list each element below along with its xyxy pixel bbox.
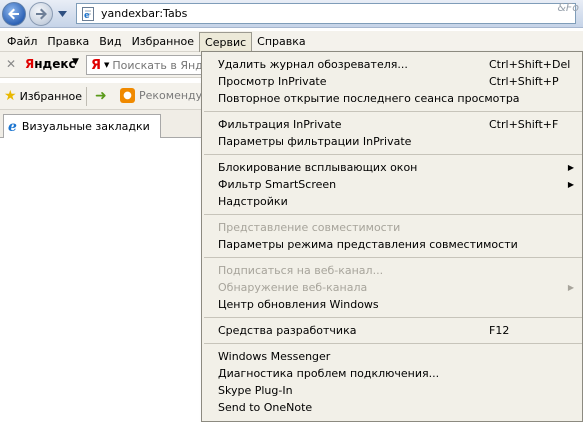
ie-icon: e bbox=[8, 118, 17, 135]
tools-menu: Удалить журнал обозревателя... Ctrl+Shift… bbox=[201, 51, 583, 422]
menu-item[interactable]: Параметры режима представления совместим… bbox=[202, 236, 582, 253]
menu-item[interactable]: Блокирование всплывающих окон ▶ bbox=[202, 159, 582, 176]
page-icon: e bbox=[82, 6, 94, 21]
menu-item[interactable]: Повторное открытие последнего сеанса про… bbox=[202, 90, 582, 107]
url-text: yandexbar:Tabs bbox=[101, 7, 188, 20]
menu-separator bbox=[204, 257, 582, 258]
menu-separator bbox=[204, 154, 582, 155]
menu-item-label: Повторное открытие последнего сеанса про… bbox=[218, 92, 520, 105]
menu-item-shortcut: F12 bbox=[489, 324, 510, 337]
lightbulb-icon: ● bbox=[120, 88, 135, 103]
menu-item[interactable]: Средства разработчика F12 bbox=[202, 322, 582, 339]
chevron-down-icon[interactable]: ▼ bbox=[104, 61, 109, 69]
close-icon[interactable]: ✕ bbox=[6, 57, 16, 71]
menu-item[interactable]: Send to OneNote bbox=[202, 399, 582, 416]
menu-item-label: Удалить журнал обозревателя... bbox=[218, 58, 408, 71]
arrow-right-icon bbox=[36, 8, 47, 20]
menu-separator bbox=[204, 343, 582, 344]
menu-item-label: Обнаружение веб-канала bbox=[218, 281, 368, 294]
menu-item-label: Представление совместимости bbox=[218, 221, 401, 234]
menu-item-label: Надстройки bbox=[218, 195, 288, 208]
menu-item: Подписаться на веб-канал... bbox=[202, 262, 582, 279]
yandex-logo[interactable]: Яндекс bbox=[25, 57, 76, 71]
menu-item[interactable]: Параметры фильтрации InPrivate bbox=[202, 133, 582, 150]
menu-item-label: Параметры режима представления совместим… bbox=[218, 238, 518, 251]
menu-item-label: Фильтрация InPrivate bbox=[218, 118, 342, 131]
chevron-down-icon bbox=[57, 11, 67, 17]
menu-view[interactable]: Вид bbox=[94, 32, 126, 51]
recent-pages-dropdown[interactable] bbox=[56, 7, 68, 21]
submenu-arrow-icon: ▶ bbox=[567, 180, 574, 189]
favorites-label: Избранное bbox=[19, 89, 83, 103]
tab-label: Визуальные закладки bbox=[21, 120, 150, 133]
suggested-sites-button[interactable]: ● Рекомендуе bbox=[120, 88, 209, 103]
menu-favorites[interactable]: Избранное bbox=[127, 32, 199, 51]
svg-text:e: e bbox=[84, 11, 90, 21]
yandex-ya-icon: Я bbox=[91, 57, 102, 73]
menu-item-label: Подписаться на веб-канал... bbox=[218, 264, 384, 277]
menu-item-label: Блокирование всплывающих окон bbox=[218, 161, 418, 174]
menu-tools[interactable]: Сервис bbox=[199, 31, 253, 53]
menu-item-label: Параметры фильтрации InPrivate bbox=[218, 135, 412, 148]
menu-bar: Файл Правка Вид Избранное Сервис Справка bbox=[0, 31, 583, 53]
menu-item-shortcut: Ctrl+Shift+P bbox=[489, 75, 559, 88]
menu-item-label: Средства разработчика bbox=[218, 324, 357, 337]
suggested-sites-label: Рекомендуе bbox=[139, 89, 209, 102]
menu-item-shortcut: Ctrl+Shift+Del bbox=[489, 58, 571, 71]
menu-item[interactable]: Надстройки bbox=[202, 193, 582, 210]
yandex-search-box[interactable]: Я ▼ bbox=[86, 55, 206, 75]
yandex-search-input[interactable] bbox=[112, 58, 205, 72]
menu-item-shortcut: Ctrl+Shift+F bbox=[489, 118, 559, 131]
menu-separator bbox=[204, 317, 582, 318]
menu-item[interactable]: Фильтрация InPrivate Ctrl+Shift+F bbox=[202, 116, 582, 133]
menu-item-label: Диагностика проблем подключения... bbox=[218, 367, 440, 380]
menu-item[interactable]: Удалить журнал обозревателя... Ctrl+Shift… bbox=[202, 56, 582, 73]
menu-help[interactable]: Справка bbox=[252, 32, 310, 51]
menu-item[interactable]: Центр обновления Windows bbox=[202, 296, 582, 313]
forward-button[interactable] bbox=[29, 2, 53, 26]
url-field[interactable]: e yandexbar:Tabs bbox=[76, 3, 576, 24]
menu-item[interactable]: Windows Messenger bbox=[202, 348, 582, 365]
menu-item-label: Skype Plug-In bbox=[218, 384, 293, 397]
tab-visual-bookmarks[interactable]: e Визуальные закладки bbox=[3, 114, 161, 138]
menu-separator bbox=[204, 214, 582, 215]
menu-item[interactable]: Диагностика проблем подключения... bbox=[202, 365, 582, 382]
yandex-logo-text: ндекс bbox=[34, 57, 76, 71]
menu-item: Обнаружение веб-канала ▶ bbox=[202, 279, 582, 296]
menu-edit[interactable]: Правка bbox=[42, 32, 94, 51]
menu-item[interactable]: Skype Plug-In bbox=[202, 382, 582, 399]
menu-item: Представление совместимости bbox=[202, 219, 582, 236]
chevron-down-icon[interactable]: ▼ bbox=[72, 57, 79, 67]
menu-item-label: Центр обновления Windows bbox=[218, 298, 379, 311]
menu-item-label: Фильтр SmartScreen bbox=[218, 178, 337, 191]
favorites-button[interactable]: ★ Избранное bbox=[4, 88, 82, 104]
menu-item[interactable]: Фильтр SmartScreen ▶ bbox=[202, 176, 582, 193]
divider bbox=[86, 87, 87, 106]
submenu-arrow-icon: ▶ bbox=[567, 163, 574, 172]
add-to-favorites-icon[interactable]: ➜ bbox=[95, 88, 107, 104]
menu-item[interactable]: Просмотр InPrivate Ctrl+Shift+P bbox=[202, 73, 582, 90]
back-button[interactable] bbox=[2, 2, 26, 26]
submenu-arrow-icon: ▶ bbox=[567, 283, 574, 292]
menu-file[interactable]: Файл bbox=[2, 32, 42, 51]
menu-item-label: Просмотр InPrivate bbox=[218, 75, 327, 88]
menu-item-label: Send to OneNote bbox=[218, 401, 313, 414]
address-toolbar: e yandexbar:Tabs &Fo bbox=[0, 0, 583, 28]
menu-item-label: Windows Messenger bbox=[218, 350, 331, 363]
search-box-hint[interactable]: &Fo bbox=[557, 1, 579, 14]
menu-separator bbox=[204, 111, 582, 112]
star-icon: ★ bbox=[4, 88, 17, 104]
arrow-left-icon bbox=[8, 8, 19, 20]
